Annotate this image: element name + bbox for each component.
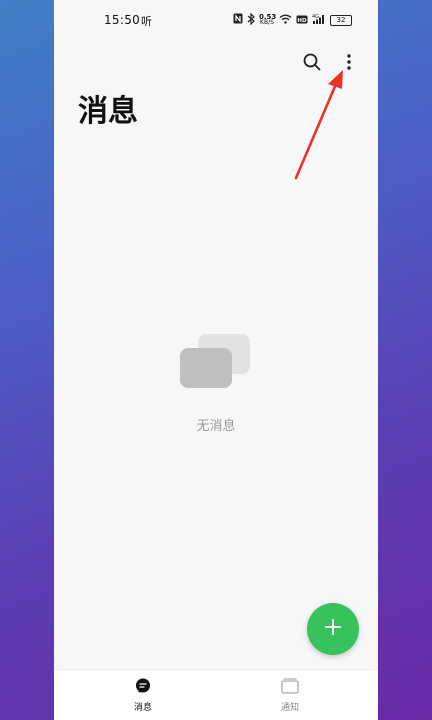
bluetooth-icon xyxy=(247,12,255,28)
search-icon xyxy=(303,53,321,75)
status-time: 15:50 xyxy=(104,13,141,27)
tab-messages-label: 消息 xyxy=(133,703,152,713)
nfc-icon xyxy=(233,13,243,27)
empty-messages-illustration xyxy=(180,334,252,390)
battery-indicator: 32 xyxy=(330,14,352,26)
tab-notifications-label: 通知 xyxy=(280,703,299,713)
phone-screen: 15:50 听 0.53 KB/S HD 4G 32 消息 无消息 消息 通知 xyxy=(54,0,378,720)
svg-text:4G: 4G xyxy=(312,14,319,20)
network-speed-unit: KB/S xyxy=(260,19,274,26)
page-title: 消息 xyxy=(78,94,138,129)
add-button[interactable] xyxy=(307,603,359,655)
wifi-icon xyxy=(279,14,292,27)
status-listen-indicator: 听 xyxy=(141,15,152,28)
window-icon xyxy=(281,678,299,698)
more-options-button[interactable] xyxy=(337,52,361,76)
tab-messages[interactable]: 消息 xyxy=(113,678,173,713)
bottom-nav: 消息 通知 xyxy=(54,669,378,720)
hd-icon: HD xyxy=(296,14,308,27)
signal-4g-icon: 4G xyxy=(312,13,326,27)
svg-text:HD: HD xyxy=(297,17,307,23)
status-bar: 15:50 听 0.53 KB/S HD 4G 32 xyxy=(54,0,378,40)
tab-notifications[interactable]: 通知 xyxy=(260,678,320,713)
status-icons: 0.53 KB/S HD 4G 32 xyxy=(233,12,352,28)
chat-bubble-icon xyxy=(135,678,151,698)
empty-state-text: 无消息 xyxy=(196,419,236,434)
plus-icon xyxy=(324,618,342,640)
network-speed: 0.53 KB/S xyxy=(259,14,276,26)
search-button[interactable] xyxy=(300,52,324,76)
more-vertical-icon xyxy=(346,53,352,75)
